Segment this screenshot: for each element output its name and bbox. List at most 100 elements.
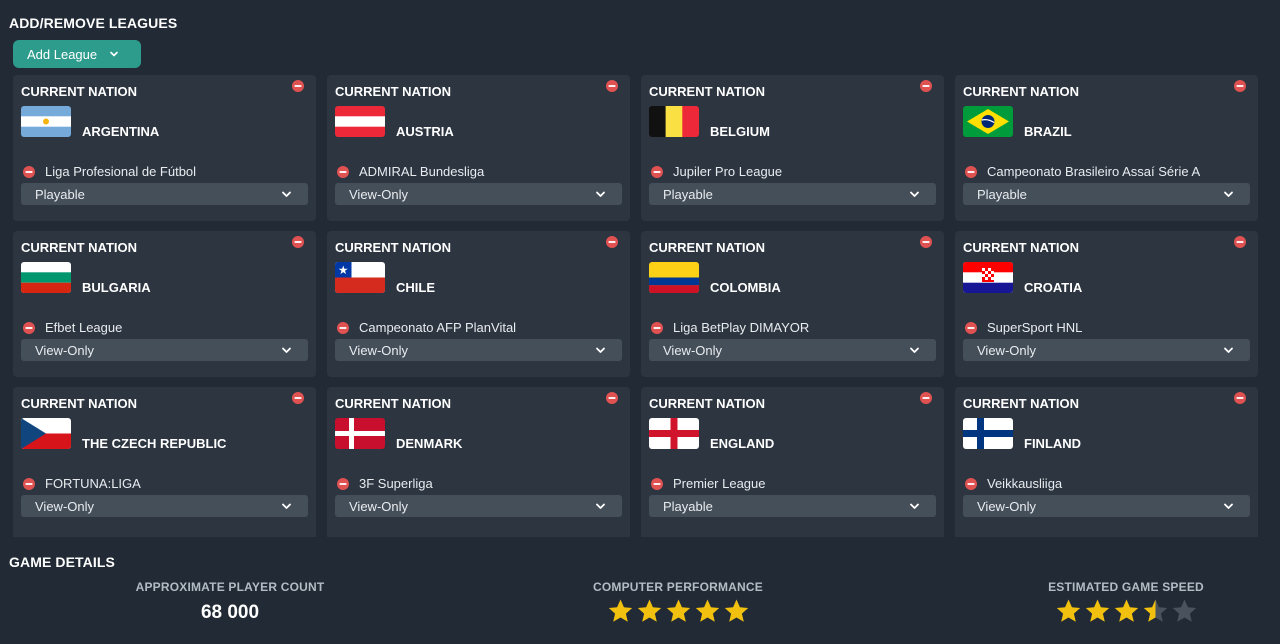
remove-nation-button[interactable] xyxy=(1234,391,1246,404)
flag-bulgaria-icon xyxy=(21,262,71,293)
league-mode-select[interactable]: View-Only xyxy=(335,339,622,361)
league-mode-select[interactable]: Playable xyxy=(649,183,936,205)
remove-icon[interactable] xyxy=(920,80,932,92)
remove-icon[interactable] xyxy=(292,80,304,92)
remove-icon[interactable] xyxy=(1234,392,1246,404)
league-mode-select[interactable]: Playable xyxy=(21,183,308,205)
league-mode-select[interactable]: View-Only xyxy=(335,495,622,517)
remove-league-icon[interactable] xyxy=(23,165,35,178)
chevron-down-icon xyxy=(910,191,919,197)
league-name: Liga BetPlay DIMAYOR xyxy=(673,320,810,335)
remove-league-icon[interactable] xyxy=(965,321,977,334)
league-row: Campeonato AFP PlanVital xyxy=(337,320,516,335)
league-row: Liga Profesional de Fútbol xyxy=(23,164,196,179)
nation-name: COLOMBIA xyxy=(710,280,781,295)
remove-icon[interactable] xyxy=(606,236,618,248)
nation-name: THE CZECH REPUBLIC xyxy=(82,436,227,451)
page-title: ADD/REMOVE LEAGUES xyxy=(9,15,178,31)
league-row: Liga BetPlay DIMAYOR xyxy=(651,320,809,335)
nation-name: ARGENTINA xyxy=(82,124,160,139)
league-row: Efbet League xyxy=(23,320,122,335)
remove-icon[interactable] xyxy=(920,392,932,404)
league-mode-select[interactable]: Playable xyxy=(649,495,936,517)
remove-icon[interactable] xyxy=(920,236,932,248)
remove-nation-button[interactable] xyxy=(606,79,618,92)
remove-league-icon[interactable] xyxy=(337,321,349,334)
remove-nation-button[interactable] xyxy=(292,235,304,248)
remove-nation-button[interactable] xyxy=(920,235,932,248)
league-mode-value: Playable xyxy=(977,186,1027,202)
league-grid: CURRENT NATION ARGENTINA Liga Profesional … xyxy=(13,75,1258,537)
league-mode-value: View-Only xyxy=(977,342,1037,358)
remove-icon[interactable] xyxy=(1234,236,1246,248)
remove-nation-button[interactable] xyxy=(292,79,304,92)
league-row: 3F Superliga xyxy=(337,476,433,491)
current-nation-label: CURRENT NATION xyxy=(649,396,766,411)
remove-nation-button[interactable] xyxy=(606,391,618,404)
league-name: Efbet League xyxy=(45,320,123,335)
league-row: Veikkausliiga xyxy=(965,476,1062,491)
league-name: ADMIRAL Bundesliga xyxy=(359,164,485,179)
remove-nation-button[interactable] xyxy=(606,235,618,248)
current-nation-label: CURRENT NATION xyxy=(963,396,1080,411)
player-count-label: APPROXIMATE PLAYER COUNT xyxy=(135,580,325,594)
remove-nation-button[interactable] xyxy=(1234,79,1246,92)
player-count-block: APPROXIMATE PLAYER COUNT 68 000 xyxy=(130,580,330,624)
chevron-down-icon xyxy=(1224,503,1233,509)
league-mode-select[interactable]: Playable xyxy=(963,183,1250,205)
remove-icon[interactable] xyxy=(606,392,618,404)
league-mode-select[interactable]: View-Only xyxy=(963,339,1250,361)
add-league-button[interactable]: Add League xyxy=(13,40,141,68)
remove-league-icon[interactable] xyxy=(965,165,977,178)
chevron-down-icon xyxy=(282,347,291,353)
nation-card: CURRENT NATION FINLAND Veikkausliiga View-O… xyxy=(955,387,1258,537)
remove-league-icon[interactable] xyxy=(651,321,663,334)
league-name: Jupiler Pro League xyxy=(673,164,783,179)
nation-name: DENMARK xyxy=(396,436,463,451)
league-name: Premier League xyxy=(673,476,766,491)
current-nation-label: CURRENT NATION xyxy=(335,240,452,255)
league-mode-select[interactable]: View-Only xyxy=(21,339,308,361)
remove-icon[interactable] xyxy=(292,392,304,404)
remove-nation-button[interactable] xyxy=(920,391,932,404)
star-empty-icon xyxy=(1172,599,1196,622)
league-mode-select[interactable]: View-Only xyxy=(335,183,622,205)
remove-league-icon[interactable] xyxy=(337,477,349,490)
league-mode-value: View-Only xyxy=(349,186,409,202)
league-mode-value: View-Only xyxy=(349,498,409,514)
nation-name: CROATIA xyxy=(1024,280,1083,295)
flag-finland-icon xyxy=(963,418,1013,449)
league-mode-value: View-Only xyxy=(663,342,723,358)
league-mode-select[interactable]: View-Only xyxy=(963,495,1250,517)
league-row: ADMIRAL Bundesliga xyxy=(337,164,484,179)
remove-nation-button[interactable] xyxy=(1234,235,1246,248)
remove-league-icon[interactable] xyxy=(965,477,977,490)
flag-argentina-icon xyxy=(21,106,71,137)
remove-nation-button[interactable] xyxy=(920,79,932,92)
flag-england-icon xyxy=(649,418,699,449)
flag-croatia-icon xyxy=(963,262,1013,293)
remove-nation-button[interactable] xyxy=(292,391,304,404)
flag-belgium-icon xyxy=(649,106,699,137)
remove-icon[interactable] xyxy=(292,236,304,248)
flag-czech-republic-icon xyxy=(21,418,71,449)
star-half-icon xyxy=(1143,599,1167,622)
remove-league-icon[interactable] xyxy=(337,165,349,178)
league-row: SuperSport HNL xyxy=(965,320,1082,335)
chevron-down-icon xyxy=(910,503,919,509)
league-mode-select[interactable]: View-Only xyxy=(21,495,308,517)
league-row: Premier League xyxy=(651,476,766,491)
remove-league-icon[interactable] xyxy=(23,477,35,490)
remove-icon[interactable] xyxy=(1234,80,1246,92)
star-full-icon xyxy=(1114,599,1138,622)
remove-league-icon[interactable] xyxy=(23,321,35,334)
league-mode-value: Playable xyxy=(663,186,713,202)
player-count-value: 68 000 xyxy=(200,602,260,623)
current-nation-label: CURRENT NATION xyxy=(963,240,1080,255)
computer-performance-label: COMPUTER PERFORMANCE xyxy=(592,580,763,594)
remove-icon[interactable] xyxy=(606,80,618,92)
league-mode-select[interactable]: View-Only xyxy=(649,339,936,361)
remove-league-icon[interactable] xyxy=(651,477,663,490)
remove-league-icon[interactable] xyxy=(651,165,663,178)
league-mode-value: View-Only xyxy=(349,342,409,358)
